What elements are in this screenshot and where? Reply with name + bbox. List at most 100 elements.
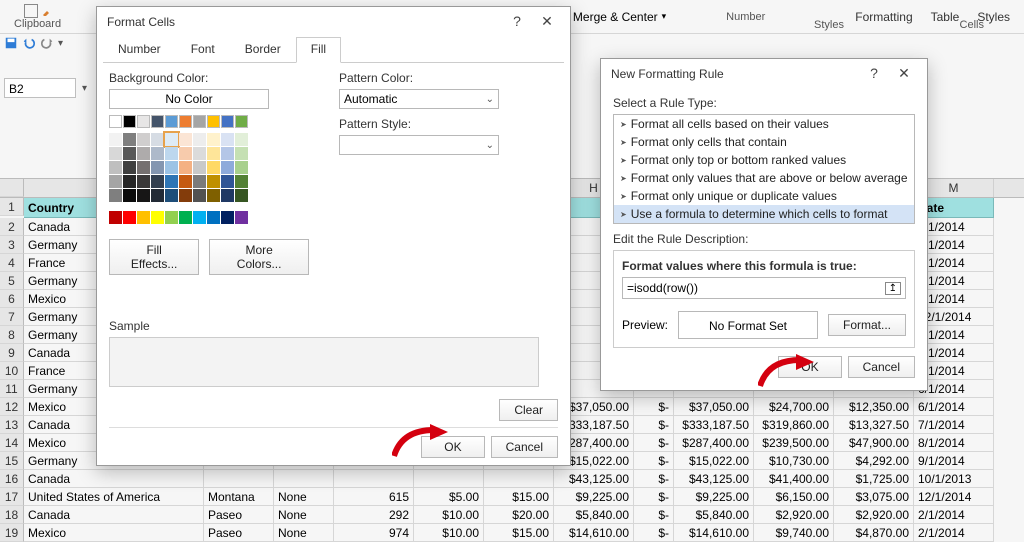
color-swatch[interactable] [193,189,206,202]
color-swatch[interactable] [109,133,122,146]
tab-number[interactable]: Number [103,37,176,63]
row-header[interactable]: 10 [0,362,24,380]
color-swatch[interactable] [151,175,164,188]
row-header[interactable]: 11 [0,380,24,398]
no-color-button[interactable]: No Color [109,89,269,109]
color-swatch[interactable] [151,189,164,202]
qat-dropdown-icon[interactable]: ▾ [58,38,63,49]
row-header[interactable]: 12 [0,398,24,416]
cell[interactable] [274,470,334,488]
cell[interactable] [334,470,414,488]
close-icon[interactable]: ✕ [534,13,560,30]
cell[interactable]: 7/1/2014 [914,416,994,434]
color-swatch[interactable] [123,161,136,174]
cell[interactable]: 2/1/2014 [914,524,994,542]
color-swatch[interactable] [207,189,220,202]
color-swatch[interactable] [179,175,192,188]
cell[interactable]: $6,150.00 [754,488,834,506]
cell[interactable]: Paseo [204,506,274,524]
color-swatch[interactable] [123,211,136,224]
color-swatch[interactable] [193,161,206,174]
cell[interactable]: $5,840.00 [674,506,754,524]
cell[interactable]: $3,075.00 [834,488,914,506]
help-icon[interactable]: ? [504,13,530,30]
color-swatch[interactable] [221,211,234,224]
cell[interactable]: $41,400.00 [754,470,834,488]
cell[interactable]: $9,225.00 [554,488,634,506]
cell[interactable]: $- [634,488,674,506]
cell[interactable]: $9,740.00 [754,524,834,542]
color-swatch[interactable] [179,211,192,224]
color-swatch[interactable] [193,175,206,188]
cell[interactable]: $5,840.00 [554,506,634,524]
cell[interactable]: $10.00 [414,506,484,524]
cell[interactable]: $2,920.00 [754,506,834,524]
color-swatch[interactable] [137,147,150,160]
table-row[interactable]: 17United States of AmericaMontanaNone615… [0,488,1024,506]
format-table-button[interactable]: Table [931,10,960,24]
tab-border[interactable]: Border [230,37,296,63]
color-swatch[interactable] [151,133,164,146]
cell[interactable]: Montana [204,488,274,506]
color-swatch[interactable] [179,133,192,146]
row-header[interactable]: 3 [0,236,24,254]
color-swatch[interactable] [123,147,136,160]
cell[interactable]: $319,860.00 [754,416,834,434]
cell[interactable]: $239,500.00 [754,434,834,452]
cell[interactable]: $- [634,506,674,524]
color-swatch[interactable] [221,189,234,202]
color-swatch[interactable] [235,115,248,128]
color-swatch[interactable] [207,147,220,160]
cell[interactable]: $9,225.00 [674,488,754,506]
cell[interactable]: 8/1/2014 [914,434,994,452]
format-button[interactable]: Format... [828,314,906,336]
undo-icon[interactable] [22,36,36,50]
cell[interactable]: $- [634,524,674,542]
more-colors-button[interactable]: More Colors... [209,239,309,275]
cell[interactable]: None [274,524,334,542]
rule-type-item[interactable]: Format only top or bottom ranked values [614,151,914,169]
color-swatch[interactable] [123,189,136,202]
cell[interactable]: $20.00 [484,506,554,524]
color-swatch[interactable] [137,211,150,224]
color-swatch[interactable] [221,115,234,128]
cell[interactable]: Paseo [204,524,274,542]
range-picker-icon[interactable]: ↥ [885,282,901,295]
cell[interactable]: $15,022.00 [674,452,754,470]
color-swatch[interactable] [207,133,220,146]
row-header[interactable]: 16 [0,470,24,488]
color-swatch[interactable] [235,161,248,174]
cell[interactable] [484,470,554,488]
cell[interactable]: $13,327.50 [834,416,914,434]
color-swatch[interactable] [137,115,150,128]
color-swatch[interactable] [179,161,192,174]
row-header[interactable]: 19 [0,524,24,542]
color-swatch[interactable] [137,133,150,146]
row-header[interactable]: 7 [0,308,24,326]
cell[interactable]: Canada [24,470,204,488]
cancel-button[interactable]: Cancel [848,356,915,378]
cell[interactable]: $5.00 [414,488,484,506]
color-swatch[interactable] [109,211,122,224]
color-swatch[interactable] [221,161,234,174]
color-swatch[interactable] [165,175,178,188]
rule-type-item[interactable]: Format only cells that contain [614,133,914,151]
color-swatch[interactable] [165,161,178,174]
row-header[interactable]: 14 [0,434,24,452]
cell[interactable]: $12,350.00 [834,398,914,416]
cancel-button[interactable]: Cancel [491,436,558,458]
tab-font[interactable]: Font [176,37,230,63]
color-swatch[interactable] [221,175,234,188]
row-header[interactable]: 1 [0,198,24,216]
color-swatch[interactable] [235,189,248,202]
cell[interactable]: None [274,506,334,524]
cell[interactable]: $4,870.00 [834,524,914,542]
cell[interactable]: $43,125.00 [554,470,634,488]
cell[interactable]: $14,610.00 [554,524,634,542]
merge-center-button[interactable]: Merge & Center▾ [573,10,666,24]
color-swatch[interactable] [235,175,248,188]
cell[interactable]: 12/1/2014 [914,488,994,506]
pattern-color-select[interactable]: Automatic⌄ [339,89,499,109]
color-swatch[interactable] [165,133,178,146]
help-icon[interactable]: ? [861,65,887,82]
